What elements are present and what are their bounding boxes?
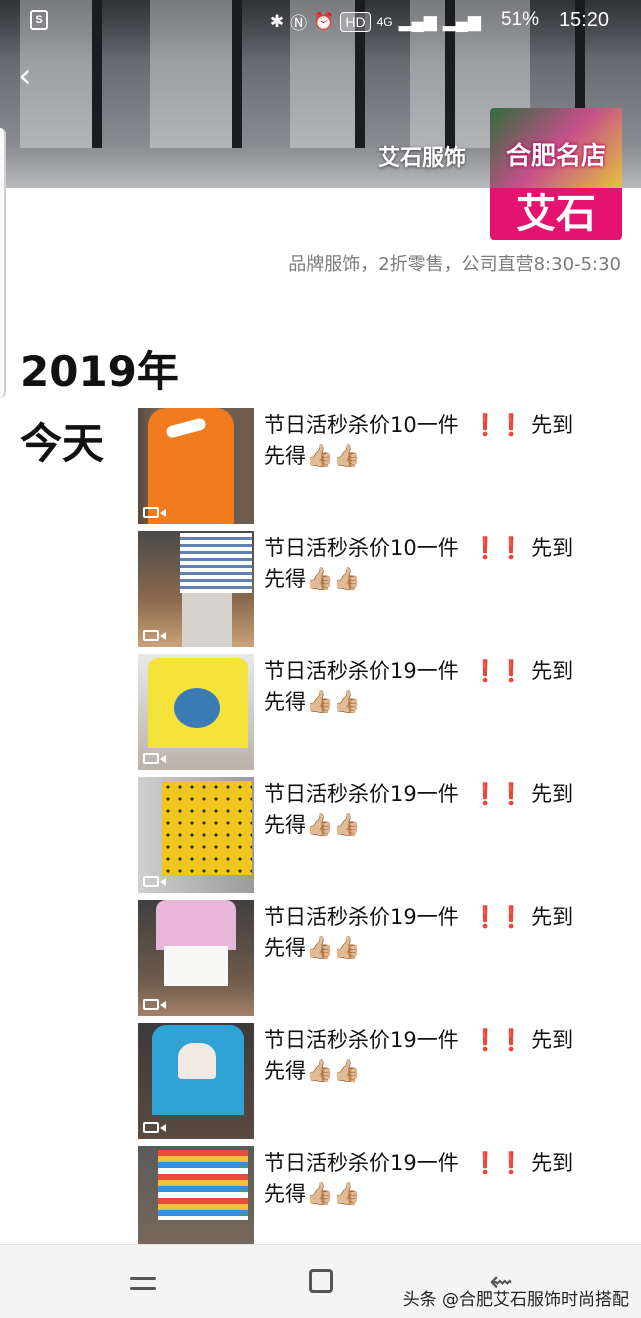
exclamation-icons: ❗❗	[472, 905, 525, 929]
garment-pink-top	[156, 900, 236, 950]
store-notification-icon: S	[30, 10, 48, 30]
moment-post[interactable]: 节日活秒杀价19一件 ❗❗ 先到先得👍🏼👍🏼	[138, 654, 638, 770]
caption-text: 节日活秒杀价19一件	[264, 1151, 459, 1175]
garment-print	[174, 688, 220, 728]
moment-post[interactable]: 节日活秒杀价19一件 ❗❗ 先到先得👍🏼👍🏼	[138, 777, 638, 893]
post-caption: 节日活秒杀价19一件 ❗❗ 先到先得👍🏼👍🏼	[264, 779, 574, 841]
thumbs-up-icons: 👍🏼👍🏼	[306, 936, 361, 961]
garment-yellow-skirt	[162, 781, 252, 875]
moment-post[interactable]: 节日活秒杀价10一件 ❗❗ 先到先得👍🏼👍🏼	[138, 531, 638, 647]
post-thumbnail[interactable]	[138, 408, 254, 524]
moment-post[interactable]: 节日活秒杀价10一件 ❗❗ 先到先得👍🏼👍🏼	[138, 408, 638, 524]
status-bar: S ✱ Ⓝ ⏰ HD 4G ▂▄▆ ▂▄▆ 51% 15:20	[0, 0, 641, 40]
recent-line-bottom	[130, 1287, 156, 1290]
post-caption: 节日活秒杀价19一件 ❗❗ 先到先得👍🏼👍🏼	[264, 656, 574, 718]
network-label: 4G	[376, 14, 393, 29]
timeline-day: 今天	[20, 419, 105, 468]
watermark: 头条 @合肥艾石服饰时尚搭配	[402, 1290, 629, 1310]
post-caption: 节日活秒杀价19一件 ❗❗ 先到先得👍🏼👍🏼	[264, 1025, 574, 1087]
recent-apps-icon[interactable]	[128, 1267, 158, 1297]
caption-text: 节日活秒杀价10一件	[264, 413, 459, 437]
thumbs-up-icons: 👍🏼👍🏼	[306, 813, 361, 838]
thumbs-up-icons: 👍🏼👍🏼	[306, 444, 361, 469]
post-caption: 节日活秒杀价19一件 ❗❗ 先到先得👍🏼👍🏼	[264, 1148, 574, 1210]
garment-striped-top	[180, 533, 252, 593]
post-thumbnail[interactable]	[138, 654, 254, 770]
video-icon	[143, 630, 166, 641]
post-thumbnail[interactable]	[138, 900, 254, 1016]
profile-signature: 品牌服饰，2折零售，公司直营8:30-5:30	[288, 254, 621, 275]
profile-name: 艾石服饰	[378, 146, 467, 171]
thumbs-up-icons: 👍🏼👍🏼	[306, 567, 361, 592]
exclamation-icons: ❗❗	[472, 1151, 525, 1175]
post-caption: 节日活秒杀价10一件 ❗❗ 先到先得👍🏼👍🏼	[264, 410, 574, 472]
caption-text: 节日活秒杀价19一件	[264, 905, 459, 929]
exclamation-icons: ❗❗	[472, 659, 525, 683]
post-thumbnail[interactable]	[138, 531, 254, 647]
home-icon[interactable]	[307, 1267, 337, 1297]
caption-text: 节日活秒杀价19一件	[264, 1028, 459, 1052]
video-icon	[143, 1122, 166, 1133]
side-panel-handle[interactable]	[0, 128, 6, 398]
hd-badge: HD	[340, 11, 371, 32]
thumbs-up-icons: 👍🏼👍🏼	[306, 1059, 361, 1084]
thumbs-up-icons: 👍🏼👍🏼	[306, 690, 361, 715]
caption-text: 节日活秒杀价10一件	[264, 536, 459, 560]
avatar-top-text: 合肥名店	[505, 141, 606, 170]
video-icon	[143, 999, 166, 1010]
caption-text: 节日活秒杀价19一件	[264, 782, 459, 806]
display-stand	[182, 593, 232, 647]
signal-icon-2: ▂▄▆	[442, 11, 481, 31]
moment-post[interactable]: 节日活秒杀价19一件 ❗❗ 先到先得👍🏼👍🏼	[138, 1146, 638, 1244]
moment-post[interactable]: 节日活秒杀价19一件 ❗❗ 先到先得👍🏼👍🏼	[138, 1023, 638, 1139]
post-caption: 节日活秒杀价19一件 ❗❗ 先到先得👍🏼👍🏼	[264, 902, 574, 964]
home-square	[309, 1269, 333, 1293]
garment-striped-tee	[158, 1150, 248, 1220]
video-icon	[143, 507, 166, 518]
post-thumbnail[interactable]	[138, 1146, 254, 1244]
recent-line-top	[130, 1277, 156, 1280]
caption-text: 节日活秒杀价19一件	[264, 659, 459, 683]
clock: 15:20	[558, 9, 609, 31]
garment-white-skirt	[164, 946, 228, 986]
bluetooth-icon: ✱	[269, 11, 285, 31]
post-caption: 节日活秒杀价10一件 ❗❗ 先到先得👍🏼👍🏼	[264, 533, 574, 595]
exclamation-icons: ❗❗	[472, 536, 525, 560]
exclamation-icons: ❗❗	[472, 413, 525, 437]
exclamation-icons: ❗❗	[472, 1028, 525, 1052]
exclamation-icons: ❗❗	[472, 782, 525, 806]
back-button[interactable]: ‹	[18, 58, 48, 94]
avatar[interactable]: 合肥名店 艾石	[490, 108, 622, 240]
avatar-logo-text: 艾石	[516, 191, 596, 237]
signal-icon: ▂▄▆	[398, 11, 437, 31]
post-thumbnail[interactable]	[138, 1023, 254, 1139]
alarm-icon: ⏰	[313, 11, 335, 31]
thumbs-up-icons: 👍🏼👍🏼	[306, 1182, 361, 1207]
battery-percent: 51%	[500, 9, 539, 30]
video-icon	[143, 753, 166, 764]
video-icon	[143, 876, 166, 887]
nfc-icon: Ⓝ	[290, 14, 308, 33]
garment-cupcake-print	[178, 1043, 216, 1079]
post-thumbnail[interactable]	[138, 777, 254, 893]
status-icons: ✱ Ⓝ ⏰ HD 4G ▂▄▆ ▂▄▆	[270, 9, 481, 34]
timeline-year: 2019年	[20, 347, 179, 396]
moment-post[interactable]: 节日活秒杀价19一件 ❗❗ 先到先得👍🏼👍🏼	[138, 900, 638, 1016]
